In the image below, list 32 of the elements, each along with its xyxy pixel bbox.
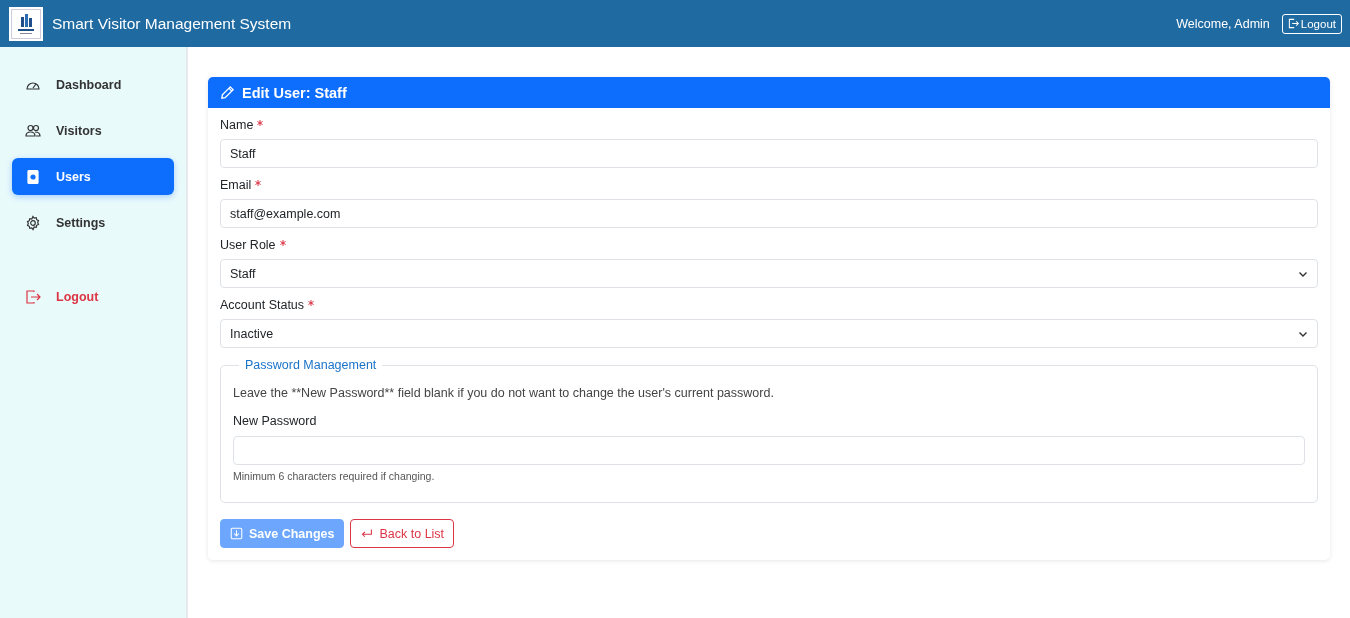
settings-icon [25,214,41,231]
pencil-icon [220,85,235,100]
input-field[interactable]: staff@example.com [220,199,1318,228]
logo-icon [9,6,43,41]
logout-button[interactable]: Logout [1281,13,1342,34]
sidebar-item[interactable]: Dashboard [12,66,174,103]
return-arrow-icon [360,527,374,540]
people-icon [25,122,41,139]
hint-text: Minimum 6 characters required if changing. [233,470,436,482]
field-label: Account Status [220,298,305,312]
section-legend: Password Management [239,358,383,372]
card-title: Edit User: Staff [242,84,347,101]
welcome-text: Welcome, Admin [1176,16,1270,31]
id-badge-icon [25,168,41,185]
back-button[interactable]: Back to List [350,519,455,548]
field-label: User Role [220,238,276,252]
select-field[interactable]: Inactive [220,319,1318,348]
input-field[interactable]: Staff [220,139,1318,168]
exit-icon [1287,18,1299,29]
sidebar-item[interactable]: Users [12,158,174,195]
sidebar-item[interactable]: Settings [12,204,174,241]
field-label: New Password [233,414,318,428]
sidebar-item[interactable]: Visitors [12,112,174,149]
download-icon [230,527,243,540]
sidebar-item[interactable]: Logout [12,278,174,315]
password-field[interactable] [233,436,1305,465]
select-field[interactable]: Staff [220,259,1318,288]
app-title: Smart Visitor Management System [52,14,292,33]
help-text: Leave the **New Password** field blank if you do not want to change the user's current password. [233,386,775,400]
field-label: Email [220,178,252,192]
field-label: Name [220,118,254,132]
exit-icon [25,288,41,305]
